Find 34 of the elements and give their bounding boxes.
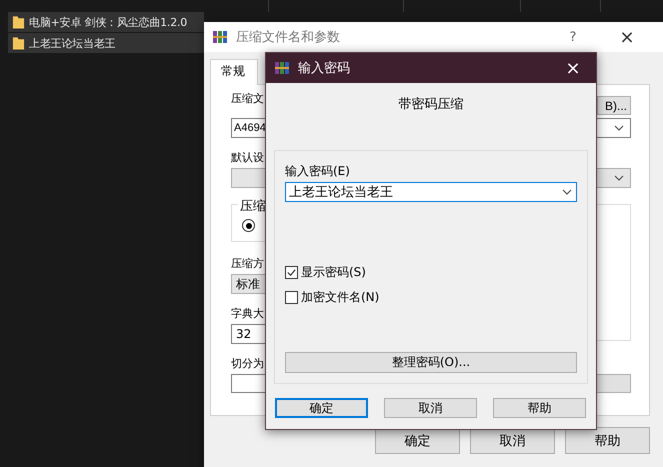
chevron-icon — [614, 125, 624, 131]
tab[interactable]: 常规 — [210, 59, 258, 85]
field-label: 切分为 — [231, 356, 264, 371]
field-label: 压缩方 — [231, 256, 264, 271]
folder-icon — [12, 14, 25, 30]
dialog-subtitle: 带密码压缩 — [398, 96, 464, 113]
organize-passwords-button[interactable]: 整理密码(O)... — [285, 352, 577, 373]
close-button[interactable]: × — [550, 58, 596, 78]
books-icon — [274, 60, 290, 76]
checkbox[interactable] — [285, 291, 298, 304]
checkbox-label: 加密文件名(N) — [301, 289, 380, 306]
dialog-button[interactable]: 确定 — [275, 398, 368, 418]
chevron-icon — [614, 175, 624, 181]
chevron-icon — [562, 189, 572, 195]
help-button[interactable]: ? — [550, 30, 596, 44]
books-icon — [212, 29, 228, 45]
field-label: 字典大 — [231, 306, 264, 321]
close-button[interactable]: × — [604, 26, 650, 48]
field-label: 默认设 — [231, 150, 264, 165]
dialog-button[interactable]: 取消 — [384, 398, 477, 418]
radio-button[interactable] — [242, 219, 255, 232]
dialog-button[interactable]: 帮助 — [493, 398, 586, 418]
window-title: 压缩文件名和参数 — [236, 29, 341, 46]
checkbox[interactable] — [285, 266, 298, 279]
browse-button[interactable]: B)... — [597, 96, 631, 115]
file-row[interactable]: 电脑+安卓 剑侠：风尘恋曲1.2.0 — [8, 12, 204, 32]
password-field[interactable]: 上老王论坛当老王 — [285, 182, 577, 202]
window-title: 输入密码 — [298, 60, 351, 77]
checkbox-label: 显示密码(S) — [301, 264, 366, 281]
folder-icon — [12, 35, 25, 51]
dialog-button[interactable]: 帮助 — [565, 427, 650, 454]
field-label: 输入密码(E) — [285, 163, 351, 180]
field-label: 压缩文 — [231, 91, 264, 106]
file-row[interactable]: 上老王论坛当老王 — [8, 33, 204, 53]
